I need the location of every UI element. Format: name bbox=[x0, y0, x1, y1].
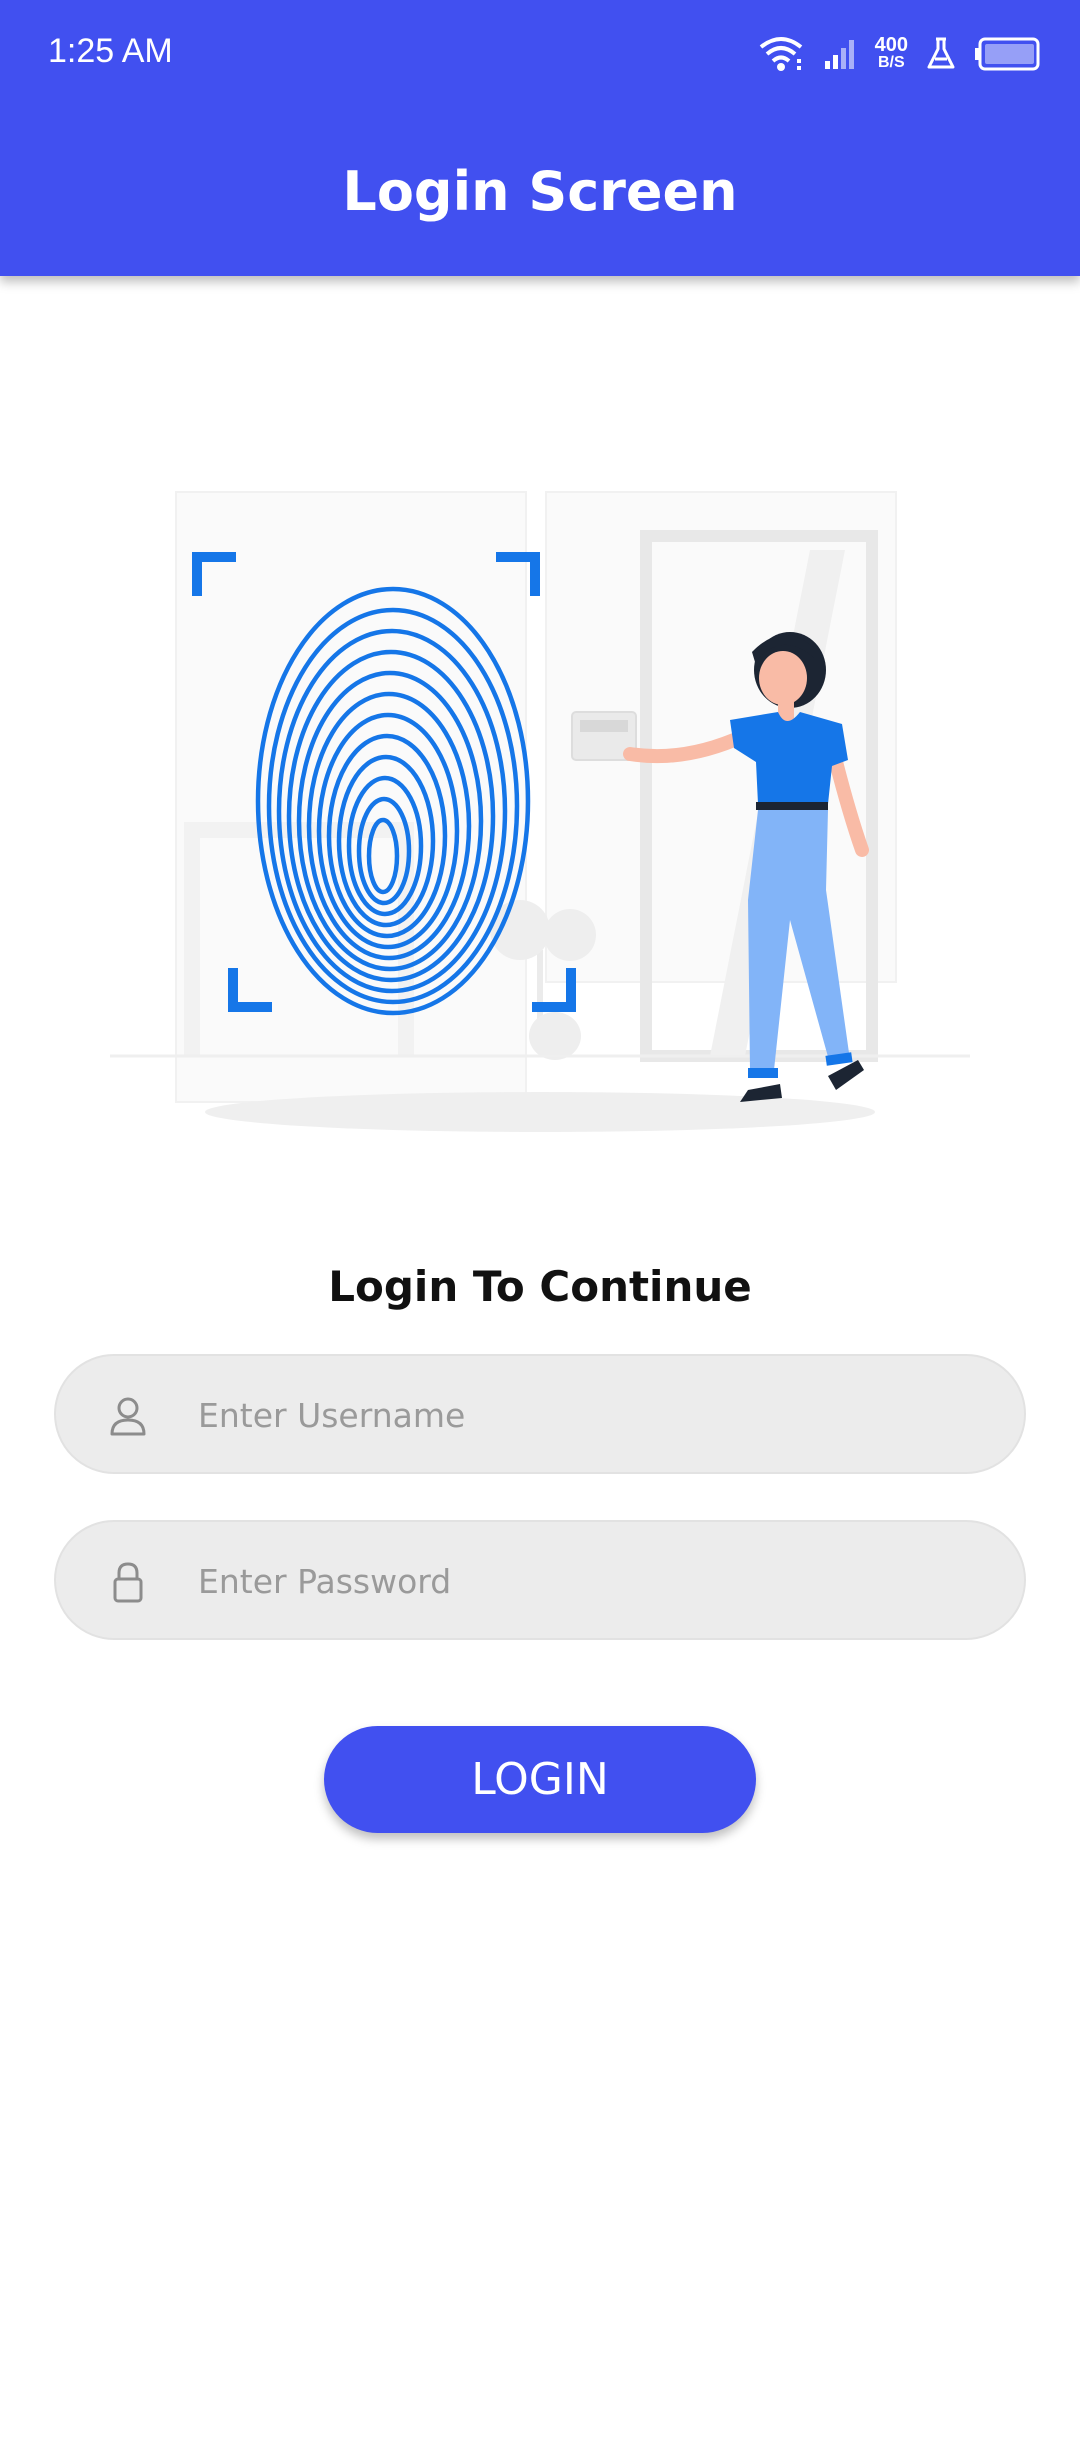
status-time: 1:25 AM bbox=[48, 32, 173, 70]
network-speed-value: 400 bbox=[874, 34, 908, 56]
username-input[interactable] bbox=[196, 1356, 980, 1474]
username-field-container[interactable] bbox=[54, 1354, 1026, 1474]
page-title: Login Screen bbox=[342, 160, 738, 223]
lock-icon bbox=[113, 1562, 143, 1603]
signal-icon bbox=[824, 40, 854, 69]
status-icons: 400 B/S bbox=[757, 28, 1040, 80]
lab-flask-icon bbox=[927, 37, 955, 69]
password-input[interactable] bbox=[196, 1522, 980, 1640]
login-button[interactable]: LOGIN bbox=[324, 1726, 756, 1833]
network-speed: 400 B/S bbox=[874, 34, 908, 72]
password-field-container[interactable] bbox=[54, 1520, 1026, 1640]
battery-icon bbox=[975, 37, 1040, 71]
form-heading: Login To Continue bbox=[328, 1262, 752, 1311]
user-icon bbox=[110, 1397, 146, 1436]
network-speed-unit: B/S bbox=[877, 54, 905, 71]
wifi-icon bbox=[759, 37, 802, 71]
fingerprint-scan-illustration bbox=[110, 491, 970, 1132]
app-bar: 1:25 AM 400 B/S Login Screen bbox=[0, 0, 1080, 276]
